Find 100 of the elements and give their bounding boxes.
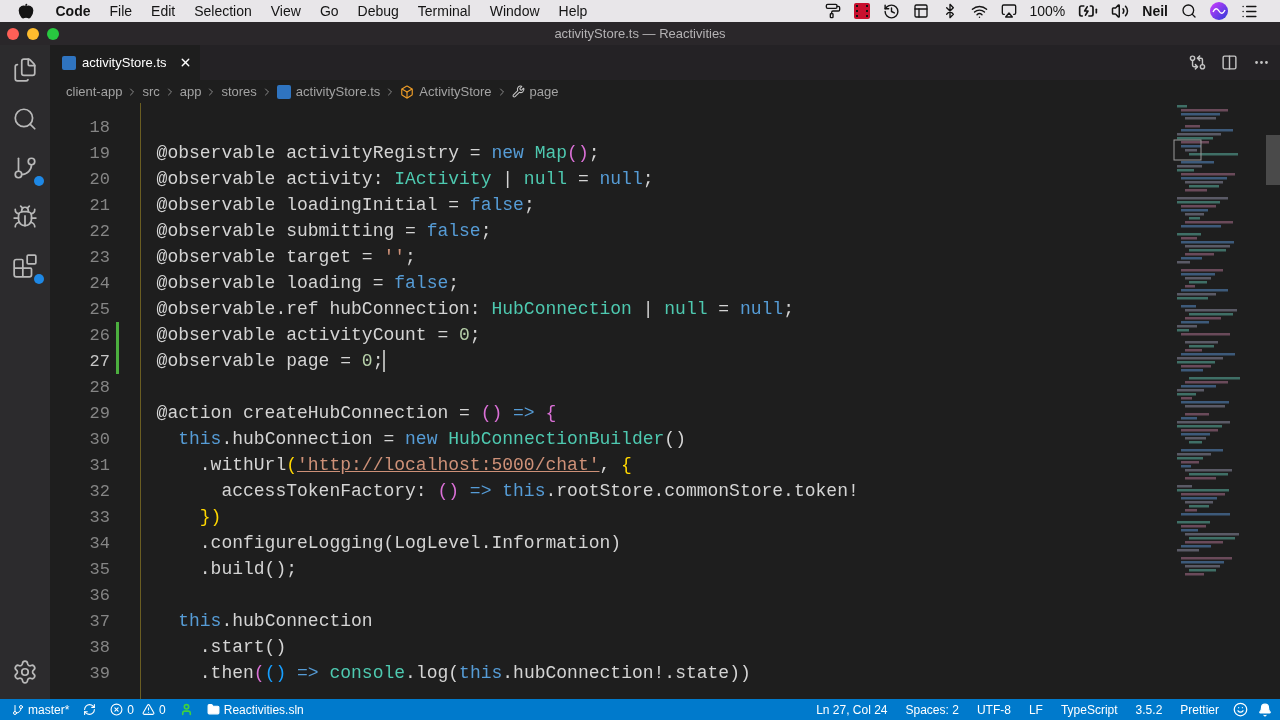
menu-item[interactable]: Code — [46, 0, 100, 22]
code-line: @observable activityCount = 0; — [156, 325, 481, 345]
blocks-icon[interactable] — [12, 253, 38, 279]
status-item[interactable]: LF — [1024, 699, 1047, 720]
code-line: }) — [199, 507, 222, 527]
volume-icon[interactable] — [1111, 2, 1130, 20]
orb-icon[interactable] — [1210, 2, 1228, 20]
zoom-window-icon[interactable] — [47, 27, 59, 40]
film-icon[interactable] — [853, 3, 870, 19]
workspace-status[interactable]: Reactivities.sln — [202, 699, 308, 720]
scrollbar-thumb[interactable] — [1266, 135, 1280, 185]
line-number: 25 — [89, 299, 110, 319]
menu-item[interactable]: Debug — [348, 0, 409, 22]
code-line: .withUrl('http://localhost:5000/chat', { — [199, 455, 632, 475]
menu-item[interactable]: View — [261, 0, 311, 22]
code-line: @action createHubConnection = () => { — [156, 403, 557, 423]
sync-icon[interactable] — [83, 703, 97, 716]
error-icon — [110, 703, 124, 716]
line-number: 28 — [89, 377, 110, 397]
clock-icon[interactable] — [882, 2, 900, 20]
line-number: 37 — [89, 611, 110, 631]
status-item[interactable]: TypeScript — [1056, 699, 1122, 720]
line-number: 20 — [89, 169, 110, 189]
file-type-icon — [276, 84, 291, 99]
settings-icon[interactable] — [12, 659, 38, 685]
code-line: @observable activity: IActivity | null = null; — [156, 169, 654, 189]
wrench-icon — [511, 85, 525, 98]
code-line: accessTokenFactory: () => this.rootStore.commonStore.token! — [221, 481, 859, 501]
menu-item[interactable]: Help — [549, 0, 597, 22]
smiley-icon[interactable] — [1233, 702, 1248, 717]
code-line: @observable submitting = false; — [156, 221, 492, 241]
line-number: 31 — [89, 455, 110, 475]
search-icon[interactable] — [1181, 3, 1197, 19]
apple-icon[interactable] — [18, 3, 34, 19]
window-title: activityStore.ts — Reactivities — [554, 26, 726, 41]
status-item[interactable]: Ln 27, Col 24 — [812, 699, 892, 720]
breadcrumb-item[interactable]: ActivityStore — [400, 84, 492, 99]
display-icon[interactable] — [1000, 3, 1017, 19]
status-item[interactable]: Prettier — [1176, 699, 1223, 720]
bell-icon[interactable] — [1258, 702, 1272, 717]
line-number: 35 — [89, 559, 110, 579]
panel-icon[interactable] — [912, 3, 929, 19]
breadcrumb-item[interactable]: src — [142, 84, 160, 99]
line-number: 34 — [89, 533, 110, 553]
breadcrumb-item[interactable]: page — [511, 84, 559, 99]
code-line: .start() — [199, 637, 287, 657]
branch-icon — [12, 703, 24, 716]
menu-item[interactable]: Selection — [184, 0, 262, 22]
line-number: 27 — [89, 351, 110, 371]
code-line: .then(() => console.log(this.hubConnection!.state)) — [199, 663, 751, 683]
breadcrumb-item[interactable]: stores — [221, 84, 257, 99]
search-icon[interactable] — [12, 106, 38, 132]
status-item[interactable]: Spaces: 2 — [901, 699, 963, 720]
bug-icon[interactable] — [12, 204, 38, 230]
line-number: 22 — [89, 221, 110, 241]
battery-percentage: 100% — [1029, 3, 1066, 19]
minimize-window-icon[interactable] — [27, 27, 39, 40]
branch-icon[interactable] — [12, 155, 38, 181]
branch-status[interactable]: master* — [8, 699, 74, 720]
folder-icon — [206, 703, 220, 716]
line-number: 38 — [89, 637, 110, 657]
paint-roller-icon[interactable] — [824, 3, 841, 19]
file-type-icon — [62, 55, 76, 70]
split-editor-icon[interactable] — [1221, 54, 1238, 71]
errors-status[interactable]: 0 — [106, 699, 139, 720]
breadcrumb-item[interactable]: app — [179, 84, 202, 99]
status-item[interactable]: 3.5.2 — [1131, 699, 1167, 720]
compare-icon[interactable] — [1189, 54, 1206, 71]
menu-item[interactable]: Edit — [141, 0, 185, 22]
line-number: 39 — [89, 663, 110, 683]
line-number: 36 — [89, 585, 110, 605]
menu-item[interactable]: Terminal — [408, 0, 481, 22]
close-icon[interactable] — [179, 56, 192, 69]
line-number: 29 — [89, 403, 110, 423]
line-number: 21 — [89, 195, 110, 215]
files-icon[interactable] — [12, 57, 38, 83]
line-number: 30 — [89, 429, 110, 449]
line-number: 18 — [89, 117, 110, 137]
breadcrumb-item[interactable]: activityStore.ts — [276, 84, 381, 99]
code-line: .configureLogging(LogLevel.Information) — [199, 533, 622, 553]
line-number: 26 — [89, 325, 110, 345]
status-item[interactable]: UTF-8 — [972, 699, 1015, 720]
breadcrumb-item[interactable]: client-app — [66, 84, 123, 99]
menu-item[interactable]: Window — [480, 0, 550, 22]
code-line: @observable page = 0; — [156, 351, 384, 371]
editor-tab[interactable]: activityStore.ts — [50, 45, 200, 80]
class-icon — [400, 84, 415, 99]
code-line: this.hubConnection — [178, 611, 373, 631]
line-number: 24 — [89, 273, 110, 293]
line-number: 19 — [89, 143, 110, 163]
menu-item[interactable]: File — [100, 0, 142, 22]
code-line: @observable.ref hubConnection: HubConnection | null = null; — [156, 299, 794, 319]
line-number: 23 — [89, 247, 110, 267]
warnings-status[interactable]: 0 — [138, 699, 170, 720]
warning-icon — [142, 703, 156, 716]
user-name[interactable]: Neil — [1142, 3, 1168, 19]
code-line: @observable loading = false; — [156, 273, 460, 293]
menu-item[interactable]: Go — [310, 0, 349, 22]
code-line: @observable activityRegistry = new Map(); — [156, 143, 600, 163]
close-window-icon[interactable] — [7, 27, 19, 40]
